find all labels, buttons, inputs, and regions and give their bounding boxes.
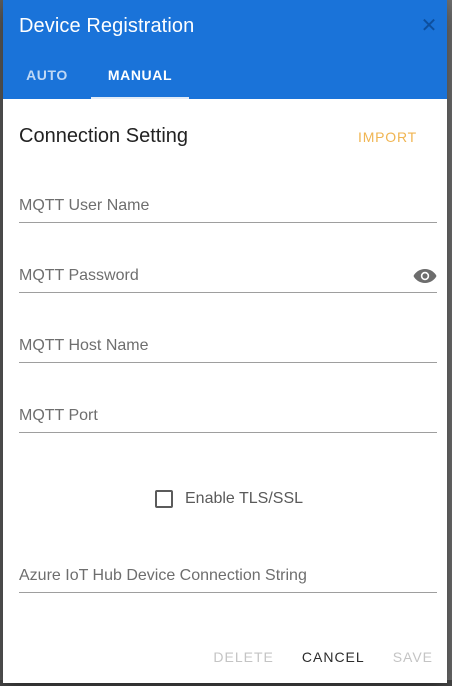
tls-toggle[interactable]: Enable TLS/SSL [155, 488, 303, 510]
cancel-button[interactable]: CANCEL [288, 649, 379, 665]
tab-auto[interactable]: AUTO [3, 51, 91, 99]
tls-checkbox-label: Enable TLS/SSL [185, 490, 304, 507]
mqtt-user-name-label: MQTT User Name [19, 197, 150, 214]
azure-connection-string-label: Azure IoT Hub Device Connection String [19, 567, 307, 584]
azure-connection-string-field[interactable]: Azure IoT Hub Device Connection String [19, 553, 437, 593]
dialog-actions: DELETE CANCEL SAVE [199, 645, 447, 669]
section-title: Connection Setting [19, 125, 189, 147]
delete-button[interactable]: DELETE [199, 649, 287, 665]
close-icon[interactable]: ✕ [419, 16, 439, 36]
tab-manual[interactable]: MANUAL [91, 51, 189, 99]
mqtt-host-name-label: MQTT Host Name [19, 337, 149, 354]
save-button[interactable]: SAVE [379, 649, 447, 665]
tls-checkbox[interactable] [155, 490, 173, 508]
mqtt-password-label: MQTT Password [19, 267, 139, 284]
mqtt-port-label: MQTT Port [19, 407, 98, 424]
section-header: Connection Setting IMPORT [19, 125, 431, 151]
dialog-title: Device Registration [19, 15, 195, 37]
mqtt-password-field[interactable]: MQTT Password [19, 253, 437, 293]
mqtt-user-name-field[interactable]: MQTT User Name [19, 183, 437, 223]
dialog-header: Device Registration ✕ AUTO MANUAL [3, 0, 447, 99]
eye-icon[interactable] [413, 268, 437, 284]
device-registration-dialog: Device Registration ✕ AUTO MANUAL Connec… [3, 0, 447, 683]
mqtt-host-name-field[interactable]: MQTT Host Name [19, 323, 437, 363]
import-button[interactable]: IMPORT [358, 129, 417, 145]
tab-bar: AUTO MANUAL [3, 51, 189, 99]
mqtt-port-field[interactable]: MQTT Port [19, 393, 437, 433]
